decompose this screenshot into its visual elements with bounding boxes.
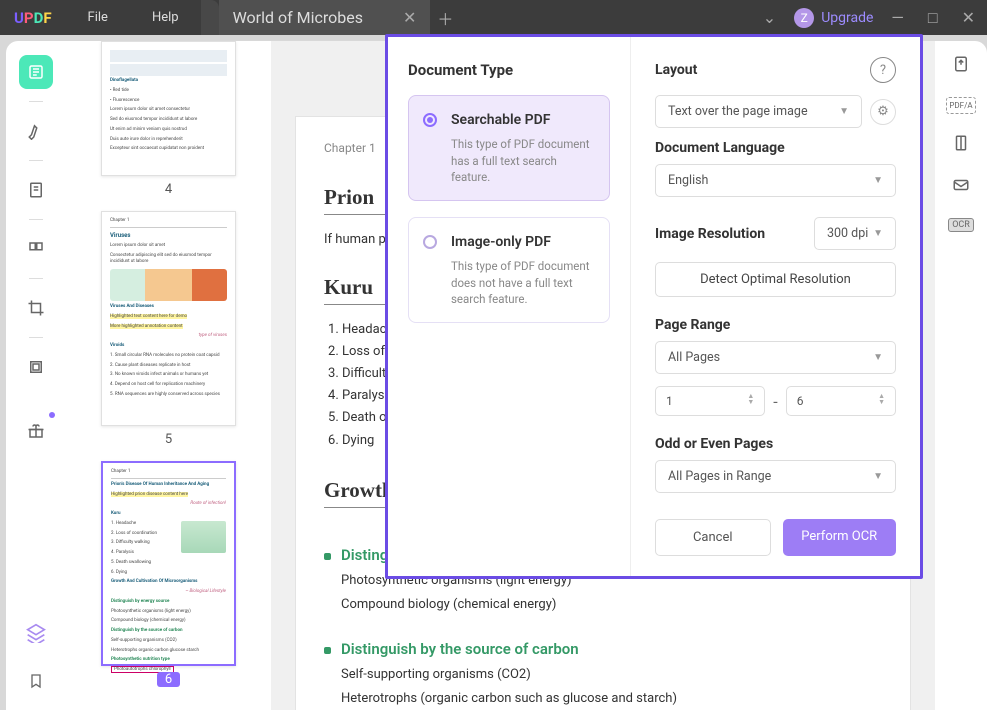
from-page-input[interactable]: 1▲▼ xyxy=(655,386,765,416)
doclang-select[interactable]: English▼ xyxy=(655,164,896,197)
doclang-heading: Document Language xyxy=(655,140,896,156)
thumbnail-page-4[interactable]: Dinoflagellata • Red tide• Fluorescence … xyxy=(101,41,236,176)
oddeven-heading: Odd or Even Pages xyxy=(655,436,896,452)
tab-title: World of Microbes xyxy=(233,8,363,27)
edit-tool[interactable] xyxy=(19,173,53,207)
pagerange-heading: Page Range xyxy=(655,317,896,333)
mail-icon[interactable] xyxy=(952,176,970,198)
close-icon[interactable]: ✕ xyxy=(403,8,416,27)
self-support-text: Self-supporting organisms (CO2) xyxy=(324,664,882,686)
tab-active[interactable]: World of Microbes ✕ xyxy=(219,0,431,35)
thumb-label-5: 5 xyxy=(165,432,172,447)
pagerange-select[interactable]: All Pages▼ xyxy=(655,341,896,374)
gift-icon[interactable] xyxy=(19,414,53,448)
thumbnails-panel: Dinoflagellata • Red tide• Fluorescence … xyxy=(66,41,271,710)
compress-icon[interactable] xyxy=(952,134,970,156)
chevron-down-icon: ▼ xyxy=(873,175,883,186)
layout-select[interactable]: Text over the page image▼ xyxy=(655,95,862,128)
searchable-desc: This type of PDF document has a full tex… xyxy=(451,136,595,186)
titlebar: UPDF File Help World of Microbes ✕ ＋ ⌄ Z… xyxy=(0,0,987,35)
export-icon[interactable] xyxy=(952,55,970,77)
reader-tool[interactable] xyxy=(19,55,53,89)
searchable-title: Searchable PDF xyxy=(451,112,595,128)
app-logo: UPDF xyxy=(0,9,66,27)
chevron-down-icon: ▼ xyxy=(839,106,849,117)
to-page-input[interactable]: 6▲▼ xyxy=(786,386,896,416)
resolution-heading: Image Resolution xyxy=(655,226,765,242)
menu-file[interactable]: File xyxy=(66,10,130,25)
close-window-icon[interactable]: ✕ xyxy=(962,8,975,28)
left-toolbar xyxy=(6,41,66,710)
gear-icon[interactable]: ⚙ xyxy=(870,99,896,125)
range-dash: - xyxy=(773,392,777,411)
thumbnail-page-6[interactable]: Chapter 1 Prion's Disease Of Human Inher… xyxy=(101,461,236,666)
ocr-icon[interactable]: OCR xyxy=(948,218,974,232)
ocr-dialog: Document Type Searchable PDF This type o… xyxy=(385,34,923,579)
bookmark-icon[interactable] xyxy=(19,664,53,698)
chevron-down-icon: ▼ xyxy=(873,352,883,363)
layers-icon[interactable] xyxy=(19,616,53,650)
compound-bio-text: Compound biology (chemical energy) xyxy=(324,594,882,616)
comment-tool[interactable] xyxy=(19,114,53,148)
maximize-icon[interactable]: □ xyxy=(928,8,938,28)
organize-tool[interactable] xyxy=(19,232,53,266)
upgrade-button[interactable]: Z Upgrade xyxy=(794,8,873,28)
oddeven-select[interactable]: All Pages in Range▼ xyxy=(655,460,896,493)
imageonly-desc: This type of PDF document does not have … xyxy=(451,258,595,308)
thumb-label-4: 4 xyxy=(165,182,172,197)
heterotrophs-text: Heterotrophs (organic carbon such as glu… xyxy=(324,688,882,710)
thumbnail-page-5[interactable]: Chapter 1 Viruses Lorem ipsum dolor sit … xyxy=(101,211,236,426)
dist-carbon-heading: Distinguish by the source of carbon xyxy=(341,640,579,658)
detect-resolution-button[interactable]: Detect Optimal Resolution xyxy=(655,262,896,297)
chevron-down-icon[interactable]: ⌄ xyxy=(763,8,776,27)
resolution-select[interactable]: 300 dpi▼ xyxy=(814,217,896,250)
radio-searchable-pdf[interactable]: Searchable PDF This type of PDF document… xyxy=(408,95,610,201)
radio-icon xyxy=(423,235,437,249)
chevron-down-icon: ▼ xyxy=(873,471,883,482)
minimize-icon[interactable]: — xyxy=(891,8,904,28)
thumb-label-6: 6 xyxy=(157,672,180,687)
menu-help[interactable]: Help xyxy=(130,10,201,25)
radio-icon xyxy=(423,113,437,127)
redact-tool[interactable] xyxy=(19,350,53,384)
pdf-a-icon[interactable]: PDF/A xyxy=(946,97,975,114)
perform-ocr-button[interactable]: Perform OCR xyxy=(783,519,897,556)
radio-image-only-pdf[interactable]: Image-only PDF This type of PDF document… xyxy=(408,217,610,323)
right-toolbar: PDF/A OCR xyxy=(935,41,987,710)
doc-type-heading: Document Type xyxy=(408,61,610,79)
avatar: Z xyxy=(794,8,814,28)
cancel-button[interactable]: Cancel xyxy=(655,519,771,556)
layout-heading: Layout xyxy=(655,62,697,78)
help-icon[interactable]: ? xyxy=(870,57,896,83)
chevron-down-icon: ▼ xyxy=(873,228,883,239)
imageonly-title: Image-only PDF xyxy=(451,234,595,250)
new-tab-button[interactable]: ＋ xyxy=(430,0,460,35)
crop-tool[interactable] xyxy=(19,291,53,325)
